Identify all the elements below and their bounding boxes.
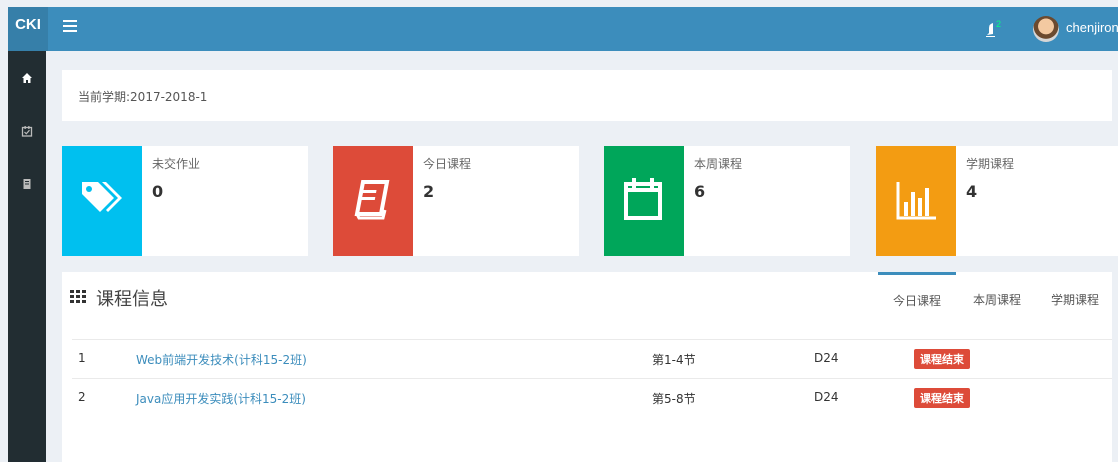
table-row: 1 Web前端开发技术(计科15-2班) 第1-4节 D24 课程结束 (72, 339, 1112, 378)
course-info-panel: 课程信息 今日课程 本周课程 学期课程 1 Web前端开发技术(计科15-2班)… (62, 272, 1112, 462)
tab-today-courses[interactable]: 今日课程 (878, 272, 956, 331)
course-name-link[interactable]: Java应用开发实践(计科15-2班) (136, 390, 306, 407)
status-badge: 课程结束 (914, 349, 970, 369)
avatar[interactable] (1033, 16, 1059, 42)
stat-label: 学期课程 (966, 157, 1015, 171)
row-number: 1 (78, 351, 86, 365)
stat-value: 0 (152, 182, 164, 201)
stat-box-today-courses[interactable]: 今日课程 2 (333, 146, 579, 256)
stat-value: 4 (966, 182, 978, 201)
status-badge: 课程结束 (914, 388, 970, 408)
tab-week-courses[interactable]: 本周课程 (960, 272, 1034, 328)
course-room: D24 (814, 351, 839, 365)
book-icon (23, 179, 31, 189)
stat-icon-bg (876, 146, 956, 256)
stat-box-pending-homework[interactable]: 未交作业 0 (62, 146, 308, 256)
bar-chart-icon (896, 182, 936, 220)
book-icon (354, 180, 390, 220)
tags-icon (82, 182, 122, 212)
stat-value: 2 (423, 182, 435, 201)
stat-label: 未交作业 (152, 157, 201, 171)
top-navbar: CKI 2 chenjirong (8, 7, 1118, 51)
course-room: D24 (814, 390, 839, 404)
tab-semester-courses[interactable]: 学期课程 (1038, 272, 1112, 328)
row-number: 2 (78, 390, 86, 404)
app-logo[interactable]: CKI (8, 7, 48, 51)
username[interactable]: chenjirong (1066, 20, 1118, 35)
stat-label: 本周课程 (694, 157, 743, 171)
menu-toggle-icon[interactable] (63, 20, 77, 32)
stat-label: 今日课程 (423, 157, 472, 171)
stat-box-week-courses[interactable]: 本周课程 6 (604, 146, 850, 256)
stat-icon-bg (62, 146, 142, 256)
sidebar (8, 51, 46, 462)
calendar-check-icon (21, 126, 33, 137)
course-name-link[interactable]: Web前端开发技术(计科15-2班) (136, 351, 307, 368)
home-icon (22, 73, 32, 83)
sidebar-item-home[interactable] (8, 66, 46, 92)
course-period: 第1-4节 (652, 353, 696, 367)
grid-icon (70, 290, 86, 303)
course-period: 第5-8节 (652, 392, 696, 406)
notification-badge: 2 (996, 19, 1001, 29)
stat-icon-bg (333, 146, 413, 256)
stat-box-semester-courses[interactable]: 学期课程 4 (876, 146, 1118, 256)
notification-bell-icon[interactable]: 2 (983, 18, 1007, 42)
calendar-icon (624, 178, 662, 220)
course-info-title: 课程信息 (96, 289, 168, 310)
stat-value: 6 (694, 182, 706, 201)
sidebar-item-calendar[interactable] (8, 119, 46, 145)
stat-icon-bg (604, 146, 684, 256)
semester-panel: 当前学期:2017-2018-1 (62, 70, 1112, 121)
course-table: 1 Web前端开发技术(计科15-2班) 第1-4节 D24 课程结束 2 Ja… (72, 339, 1112, 417)
current-semester: 当前学期:2017-2018-1 (78, 90, 208, 104)
table-row: 2 Java应用开发实践(计科15-2班) 第5-8节 D24 课程结束 (72, 378, 1112, 417)
sidebar-item-book[interactable] (8, 172, 46, 198)
